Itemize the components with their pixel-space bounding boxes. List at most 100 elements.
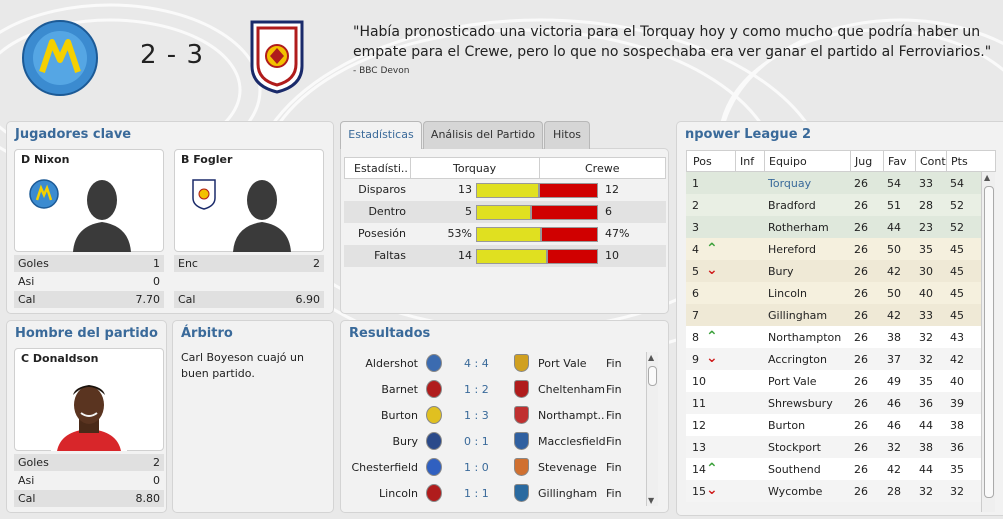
league-row[interactable]: 7 Gillingham 26 42 33 45 (686, 304, 981, 326)
league-col-header[interactable]: Inf (740, 155, 754, 168)
result-row[interactable]: Barnet 1 : 2 Cheltenham Fin (344, 376, 654, 402)
result-row[interactable]: Burton 1 : 3 Northampt.. Fin (344, 402, 654, 428)
league-team[interactable]: Bury (768, 265, 794, 278)
league-team[interactable]: Torquay (768, 177, 811, 190)
league-team[interactable]: Port Vale (768, 375, 817, 388)
match-stat-home-value: 13 (458, 183, 472, 196)
match-stat-row: Disparos 13 12 (344, 179, 666, 201)
result-away-team[interactable]: Macclesfield (538, 435, 606, 448)
result-row[interactable]: Aldershot 4 : 4 Port Vale Fin (344, 350, 654, 376)
scroll-up-icon[interactable]: ▲ (984, 173, 990, 182)
league-played: 26 (854, 199, 868, 212)
home-col-header[interactable]: Torquay (453, 162, 496, 175)
league-row[interactable]: 6 Lincoln 26 50 40 45 (686, 282, 981, 304)
league-row[interactable]: 8 ⌃ Northampton 26 38 32 43 (686, 326, 981, 348)
key-players-title: Jugadores clave (15, 127, 132, 142)
home-crest-icon (426, 432, 442, 450)
result-away-team[interactable]: Northampt.. (538, 409, 605, 422)
crewe-small-badge (192, 179, 216, 210)
result-away-team[interactable]: Stevenage (538, 461, 597, 474)
league-pos: 2 (692, 199, 699, 212)
league-row[interactable]: 2 Bradford 26 51 28 52 (686, 194, 981, 216)
scroll-up-icon[interactable]: ▲ (648, 353, 654, 362)
tab-estadisticas[interactable]: Estadísticas (340, 121, 422, 149)
league-team[interactable]: Northampton (768, 331, 841, 344)
key-players-panel: Jugadores clave D Nixon B Fogler Goles 1 … (6, 121, 334, 314)
away-col-header[interactable]: Crewe (585, 162, 620, 175)
result-row[interactable]: Lincoln 1 : 1 Gillingham Fin (344, 480, 654, 506)
league-team[interactable]: Burton (768, 419, 805, 432)
trend-down-icon: ⌄ (706, 482, 718, 498)
home-stat-bar (476, 249, 547, 264)
league-row[interactable]: 9 ⌄ Accrington 26 37 32 42 (686, 348, 981, 370)
stats-col-header[interactable]: Estadísti.. (354, 162, 408, 175)
league-title: npower League 2 (685, 127, 812, 142)
match-stat-home-value: 14 (458, 249, 472, 262)
referee-panel: Árbitro Carl Boyeson cuajó un buen parti… (172, 320, 334, 513)
result-home-team[interactable]: Barnet (381, 383, 418, 396)
league-col-header[interactable]: Jug (855, 155, 872, 168)
result-score[interactable]: 1 : 0 (464, 461, 489, 474)
key-player-away-card[interactable]: B Fogler (174, 149, 324, 252)
league-col-header[interactable]: Fav (888, 155, 907, 168)
results-scroll-thumb[interactable] (648, 366, 657, 386)
league-row[interactable]: 5 ⌄ Bury 26 42 30 45 (686, 260, 981, 282)
league-row[interactable]: 12 Burton 26 46 44 38 (686, 414, 981, 436)
league-team[interactable]: Bradford (768, 199, 816, 212)
result-home-team[interactable]: Lincoln (379, 487, 418, 500)
result-away-team[interactable]: Gillingham (538, 487, 597, 500)
key-player-away-name: B Fogler (181, 153, 233, 166)
motm-card[interactable]: C Donaldson (14, 348, 164, 451)
result-home-team[interactable]: Burton (381, 409, 418, 422)
league-row[interactable]: 3 Rotherham 26 44 23 52 (686, 216, 981, 238)
result-score[interactable]: 0 : 1 (464, 435, 489, 448)
league-row[interactable]: 13 Stockport 26 32 38 36 (686, 436, 981, 458)
league-team[interactable]: Accrington (768, 353, 827, 366)
league-scroll-thumb[interactable] (984, 186, 994, 498)
league-pos: 7 (692, 309, 699, 322)
league-col-header[interactable]: Pos (693, 155, 712, 168)
result-away-team[interactable]: Cheltenham (538, 383, 605, 396)
league-team[interactable]: Southend (768, 463, 821, 476)
league-col-header[interactable]: Equipo (769, 155, 807, 168)
league-row[interactable]: 14 ⌃ Southend 26 42 44 35 (686, 458, 981, 480)
result-home-team[interactable]: Chesterfield (352, 461, 419, 474)
league-col-header[interactable]: Pts (951, 155, 968, 168)
league-row[interactable]: 15 ⌄ Wycombe 26 28 32 32 (686, 480, 981, 502)
league-team[interactable]: Lincoln (768, 287, 807, 300)
league-row[interactable]: 11 Shrewsbury 26 46 36 39 (686, 392, 981, 414)
key-player-home-card[interactable]: D Nixon (14, 149, 164, 252)
league-team[interactable]: Rotherham (768, 221, 829, 234)
result-row[interactable]: Chesterfield 1 : 0 Stevenage Fin (344, 454, 654, 480)
trend-down-icon: ⌄ (706, 350, 718, 366)
league-played: 26 (854, 221, 868, 234)
league-team[interactable]: Wycombe (768, 485, 822, 498)
league-row[interactable]: 4 ⌃ Hereford 26 50 35 45 (686, 238, 981, 260)
league-pos: 10 (692, 375, 706, 388)
league-row[interactable]: 1 Torquay 26 54 33 54 (686, 172, 981, 194)
result-home-team[interactable]: Bury (392, 435, 418, 448)
league-goals-for: 50 (887, 243, 901, 256)
result-score[interactable]: 1 : 2 (464, 383, 489, 396)
league-row[interactable]: 10 Port Vale 26 49 35 40 (686, 370, 981, 392)
league-goals-against: 36 (919, 397, 933, 410)
league-col-header[interactable]: Cont (920, 155, 946, 168)
league-team[interactable]: Gillingham (768, 309, 827, 322)
torquay-badge (22, 20, 98, 96)
result-row[interactable]: Bury 0 : 1 Macclesfield Fin (344, 428, 654, 454)
result-score[interactable]: 1 : 1 (464, 487, 489, 500)
league-team[interactable]: Stockport (768, 441, 821, 454)
result-score[interactable]: 1 : 3 (464, 409, 489, 422)
results-scrollbar[interactable]: ▲ ▼ (646, 352, 658, 506)
scroll-down-icon[interactable]: ▼ (648, 496, 654, 505)
referee-comment: Carl Boyeson cuajó un buen partido. (181, 351, 304, 380)
result-away-team[interactable]: Port Vale (538, 357, 587, 370)
result-score[interactable]: 4 : 4 (464, 357, 489, 370)
tab-hitos[interactable]: Hitos (544, 121, 590, 149)
league-team[interactable]: Hereford (768, 243, 816, 256)
league-team[interactable]: Shrewsbury (768, 397, 833, 410)
tab-analisis[interactable]: Análisis del Partido (423, 121, 543, 149)
result-home-team[interactable]: Aldershot (365, 357, 418, 370)
league-points: 35 (950, 463, 964, 476)
league-scrollbar[interactable]: ▲ (981, 172, 995, 512)
